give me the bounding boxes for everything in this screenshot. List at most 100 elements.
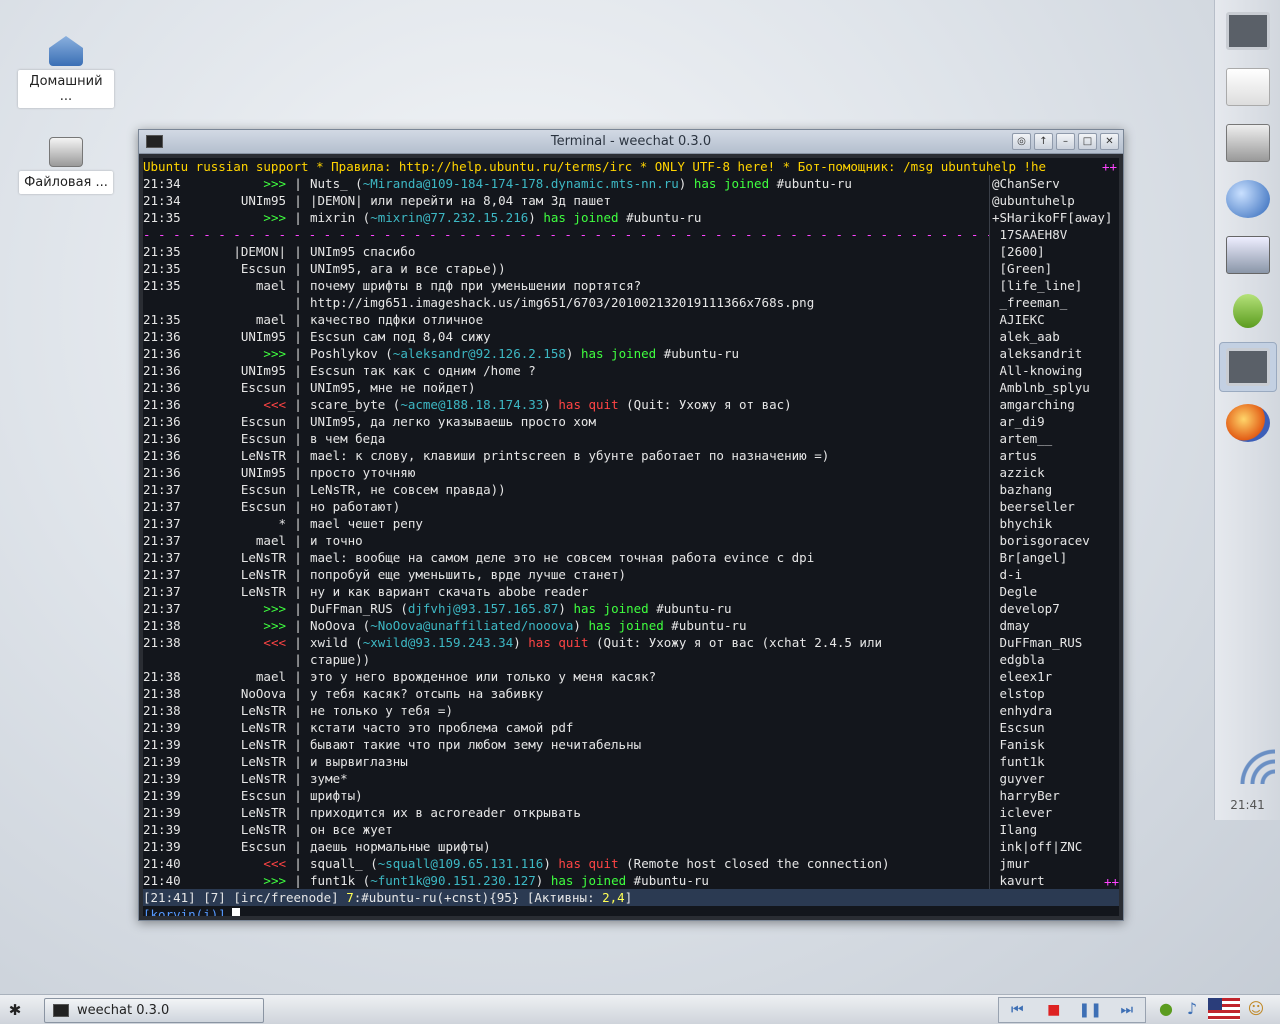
chat-buffer[interactable]: 21:34 >>> | Nuts_ (~Miranda@109-184-174-178…	[143, 175, 989, 889]
dock-item-terminal[interactable]	[1219, 6, 1277, 56]
chat-line: 21:40 >>> | funt1k (~funt1k@90.151.230.127)…	[143, 872, 989, 889]
shade-button[interactable]: ↑	[1034, 133, 1053, 150]
nicklist-item[interactable]: iclever	[990, 804, 1119, 821]
line-separator: |	[294, 465, 302, 480]
nicklist-item[interactable]: artem__	[990, 430, 1119, 447]
line-nick: LeNsTR	[240, 720, 286, 735]
close-button[interactable]: ✕	[1100, 133, 1119, 150]
nicklist-item[interactable]: ar_di9	[990, 413, 1119, 430]
next-track-button[interactable]: ⏭	[1115, 1002, 1139, 1018]
nicklist-item[interactable]: @ChanServ	[990, 175, 1119, 192]
terminal-screen[interactable]: Ubuntu russian support * Правила: http:/…	[143, 158, 1119, 916]
sticky-button[interactable]: ◎	[1012, 133, 1031, 150]
nicklist-item[interactable]: enhydra	[990, 702, 1119, 719]
line-nick: UNIm95	[240, 193, 286, 208]
nicklist-item[interactable]: 17SAAEH8V	[990, 226, 1119, 243]
event-nick: squall_	[310, 856, 363, 871]
us-flag-icon[interactable]	[1208, 998, 1240, 1020]
nicklist-item[interactable]: +SHarikoFF[away]	[990, 209, 1119, 226]
nicklist-item[interactable]: @ubuntuhelp	[990, 192, 1119, 209]
nicklist[interactable]: @ChanServ @ubuntuhelp +SHarikoFF[away] 17S…	[989, 175, 1119, 889]
nicklist-item[interactable]: DuFFman_RUS	[990, 634, 1119, 651]
maximize-button[interactable]: □	[1078, 133, 1097, 150]
nicklist-item[interactable]: Escsun	[990, 719, 1119, 736]
pause-button[interactable]: ❚❚	[1078, 1002, 1102, 1018]
user-switch-icon[interactable]: ☺	[1246, 998, 1266, 1020]
nicklist-item[interactable]: kavurt	[990, 872, 1119, 889]
chat-line: 21:38 mael | это у него врожденное или толь…	[143, 668, 989, 685]
nicklist-item[interactable]: _freeman_	[990, 294, 1119, 311]
line-time: 21:38	[143, 669, 181, 684]
nicklist-item[interactable]: Br[angel]	[990, 549, 1119, 566]
desktop-icon-filesystem[interactable]: Файловая ...	[18, 137, 114, 194]
nicklist-item[interactable]: ink|off|ZNC	[990, 838, 1119, 855]
dock-item-windows[interactable]	[1219, 230, 1277, 280]
nicklist-item[interactable]: Ilang	[990, 821, 1119, 838]
music-icon[interactable]: ♪	[1182, 998, 1202, 1020]
line-nick: <<<	[263, 856, 286, 871]
line-nick	[213, 294, 286, 311]
dock-item-user[interactable]	[1219, 286, 1277, 336]
taskbar-window-button[interactable]: weechat 0.3.0	[44, 998, 264, 1023]
nicklist-item[interactable]: All-knowing	[990, 362, 1119, 379]
nicklist-item[interactable]: AJIEKC	[990, 311, 1119, 328]
system-tray: ● ♪ ☺	[1156, 998, 1266, 1020]
nicklist-item[interactable]: funt1k	[990, 753, 1119, 770]
chat-line: 21:39 LeNsTR | кстати часто это проблема са…	[143, 719, 989, 736]
line-time: 21:39	[143, 771, 181, 786]
line-time: 21:39	[143, 839, 181, 854]
line-message: LeNsTR, не совсем правда))	[310, 482, 506, 497]
nicklist-item[interactable]: d-i	[990, 566, 1119, 583]
line-time: 21:37	[143, 499, 181, 514]
nicklist-item[interactable]: harryBer	[990, 787, 1119, 804]
dock-item-editor[interactable]	[1219, 62, 1277, 112]
nicklist-item[interactable]: Amblnb_splyu	[990, 379, 1119, 396]
window-titlebar[interactable]: Terminal - weechat 0.3.0 ◎ ↑ – □ ✕	[139, 130, 1123, 154]
nicklist-item[interactable]: [2600]	[990, 243, 1119, 260]
nicklist-item[interactable]: bhychik	[990, 515, 1119, 532]
minimize-button[interactable]: –	[1056, 133, 1075, 150]
nicklist-item[interactable]: Degle	[990, 583, 1119, 600]
nicklist-item[interactable]: alek_aab	[990, 328, 1119, 345]
line-time: 21:37	[143, 584, 181, 599]
nicklist-item[interactable]: aleksandrit	[990, 345, 1119, 362]
dock-clock: 21:41	[1230, 798, 1265, 812]
read-marker-line: - - - - - - - - - - - - - - - - - - - - …	[143, 227, 989, 242]
nicklist-item[interactable]: edgbla	[990, 651, 1119, 668]
stop-button[interactable]: ■	[1042, 1002, 1066, 1018]
start-menu-button[interactable]: ✱	[4, 999, 26, 1021]
chat-line: 21:37 * | mael чешет репу	[143, 515, 989, 532]
nicklist-item[interactable]: beerseller	[990, 498, 1119, 515]
nicklist-item[interactable]: develop7	[990, 600, 1119, 617]
dock-item-terminal-task[interactable]	[1218, 342, 1277, 392]
wireless-signal-icon[interactable]	[1221, 724, 1275, 784]
input-line[interactable]: [korvin(i)]	[143, 906, 1119, 916]
nicklist-item[interactable]: [Green]	[990, 260, 1119, 277]
nicklist-item[interactable]: elstop	[990, 685, 1119, 702]
nicklist-item[interactable]: eleex1r	[990, 668, 1119, 685]
nicklist-item[interactable]: amgarching	[990, 396, 1119, 413]
previous-track-button[interactable]: ⏮	[1005, 1002, 1029, 1018]
line-message: приходится их в acroreader открывать	[310, 805, 581, 820]
nicklist-item[interactable]: Fanisk	[990, 736, 1119, 753]
nicklist-item[interactable]: jmur	[990, 855, 1119, 872]
nicklist-item[interactable]: bazhang	[990, 481, 1119, 498]
event-nick: mixrin	[310, 210, 356, 225]
terminal-window[interactable]: Terminal - weechat 0.3.0 ◎ ↑ – □ ✕ Ubunt…	[138, 129, 1124, 921]
dock-item-firefox[interactable]	[1219, 398, 1277, 448]
line-time: 21:36	[143, 329, 181, 344]
event-channel: #ubuntu-ru	[663, 346, 740, 361]
network-icon[interactable]: ●	[1156, 998, 1176, 1020]
event-nick: DuFFman_RUS	[310, 601, 393, 616]
chat-line: 21:39 Escsun | даешь нормальные шрифты)	[143, 838, 989, 855]
nicklist-item[interactable]: azzick	[990, 464, 1119, 481]
dock-item-browser[interactable]	[1219, 174, 1277, 224]
nicklist-item[interactable]: artus	[990, 447, 1119, 464]
line-separator: |	[294, 856, 302, 871]
nicklist-item[interactable]: dmay	[990, 617, 1119, 634]
dock-item-archive[interactable]	[1219, 118, 1277, 168]
nicklist-item[interactable]: [life_line]	[990, 277, 1119, 294]
nicklist-item[interactable]: borisgoracev	[990, 532, 1119, 549]
nicklist-item[interactable]: guyver	[990, 770, 1119, 787]
desktop-icon-home[interactable]: Домашний ...	[18, 36, 114, 108]
